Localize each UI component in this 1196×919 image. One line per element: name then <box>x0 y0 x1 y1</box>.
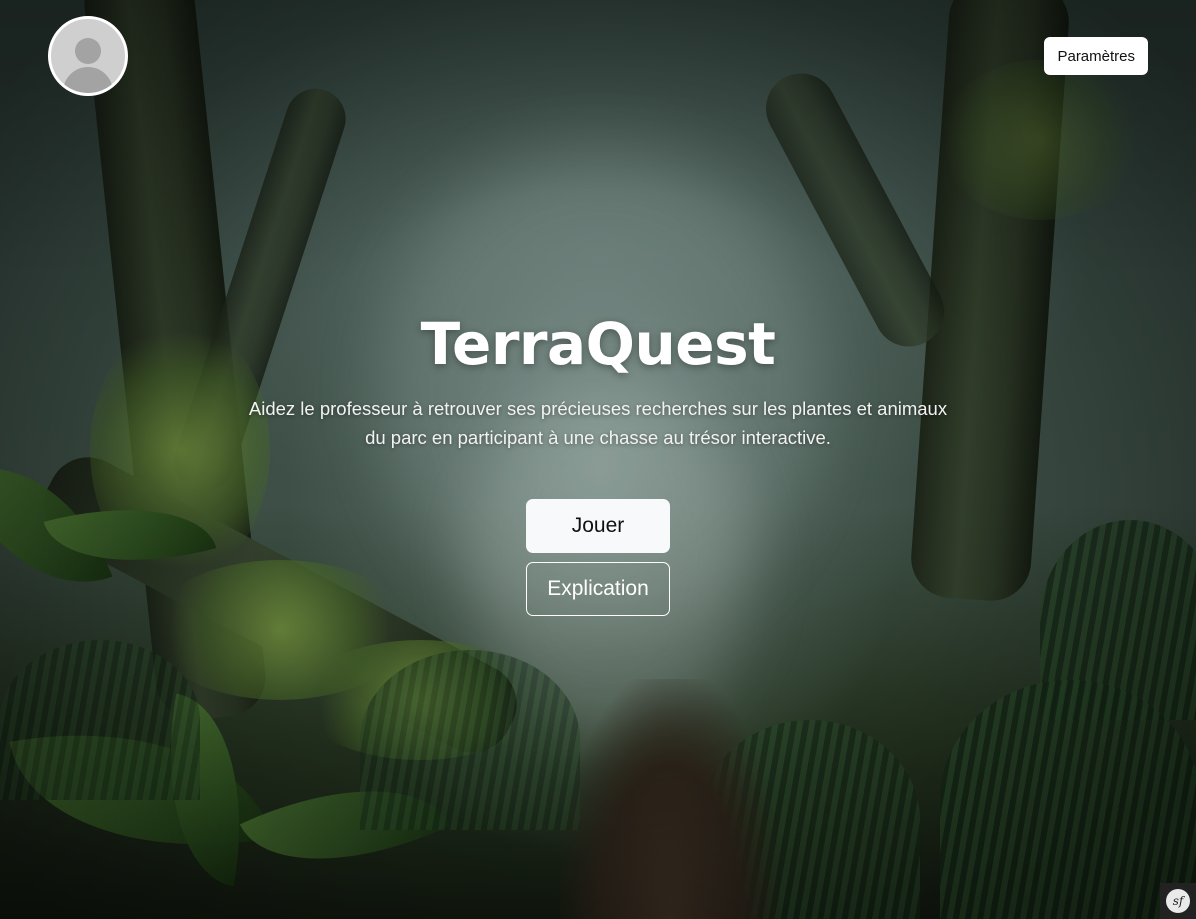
game-description: Aidez le professeur à retrouver ses préc… <box>248 398 948 448</box>
user-avatar-icon[interactable] <box>48 16 128 96</box>
play-button[interactable]: Jouer <box>526 499 670 553</box>
explanation-button[interactable]: Explication <box>526 562 670 616</box>
symfony-logo-icon: sf <box>1166 889 1190 913</box>
main-actions: Jouer Explication <box>0 499 1196 616</box>
avatar-shoulders-shape <box>63 67 113 93</box>
settings-button[interactable]: Paramètres <box>1044 37 1148 75</box>
page-title: TerraQuest <box>420 310 776 378</box>
hero-section: TerraQuest Aidez le professeur à retrouv… <box>0 300 1196 616</box>
debug-toolbar-toggle[interactable]: sf <box>1160 883 1196 919</box>
avatar-head-shape <box>75 38 101 64</box>
